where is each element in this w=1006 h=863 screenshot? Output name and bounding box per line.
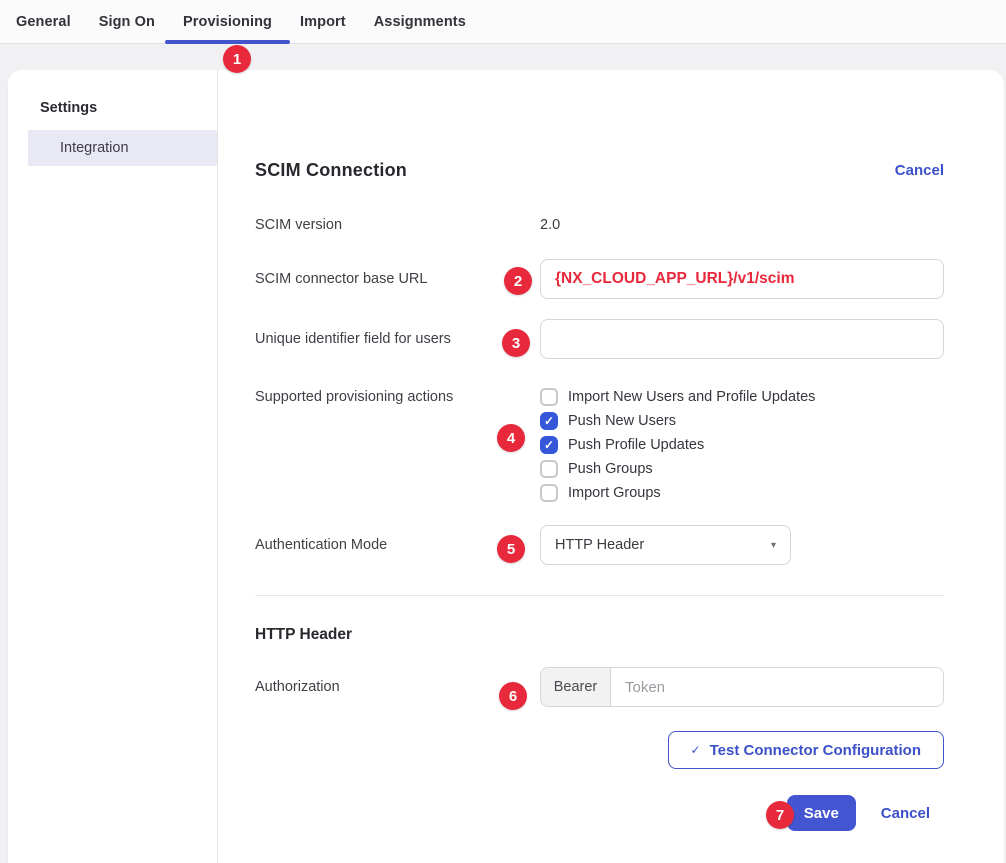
base-url-label: SCIM connector base URL — [255, 271, 540, 287]
checkbox-checked-icon[interactable]: ✓ — [540, 412, 558, 430]
token-input[interactable] — [611, 668, 943, 706]
scim-version-label: SCIM version — [255, 217, 540, 233]
scim-connection-form: SCIM Connection Cancel SCIM version 2.0 … — [218, 70, 1004, 863]
auth-mode-select[interactable]: HTTP Header ▾ — [540, 525, 791, 565]
annotation-badge-6: 6 — [499, 682, 527, 710]
unique-id-label: Unique identifier field for users — [255, 331, 540, 347]
content-panel: Settings Integration SCIM Connection Can… — [8, 70, 1004, 863]
cancel-button-bottom[interactable]: Cancel — [881, 805, 930, 822]
unique-id-input[interactable] — [540, 319, 944, 359]
authorization-label: Authorization — [255, 679, 540, 695]
annotation-badge-7: 7 — [766, 801, 794, 829]
auth-mode-selected-value: HTTP Header — [555, 537, 644, 553]
checkbox-unchecked-icon[interactable] — [540, 388, 558, 406]
checkbox-unchecked-icon[interactable] — [540, 460, 558, 478]
page-title: SCIM Connection — [255, 160, 407, 181]
provisioning-action-import-new-users-and-profile-updates[interactable]: Import New Users and Profile Updates — [540, 385, 944, 409]
sidebar-header: Settings — [8, 94, 217, 130]
provisioning-action-import-groups[interactable]: Import Groups — [540, 481, 944, 505]
annotation-badge-4: 4 — [497, 424, 525, 452]
provisioning-actions-label: Supported provisioning actions — [255, 385, 540, 409]
section-divider — [255, 595, 944, 596]
scim-version-value: 2.0 — [540, 217, 944, 233]
checkbox-unchecked-icon[interactable] — [540, 484, 558, 502]
app-tab-bar: GeneralSign OnProvisioningImportAssignme… — [0, 0, 1006, 44]
check-icon: ✓ — [691, 743, 701, 757]
provisioning-action-push-new-users[interactable]: ✓ Push New Users — [540, 409, 944, 433]
authorization-input-group: Bearer — [540, 667, 944, 707]
checkbox-checked-icon[interactable]: ✓ — [540, 436, 558, 454]
tab-sign-on[interactable]: Sign On — [85, 0, 169, 43]
save-button[interactable]: Save — [787, 795, 856, 831]
annotation-badge-2: 2 — [504, 267, 532, 295]
sidebar-item-integration[interactable]: Integration — [28, 130, 217, 166]
annotation-badge-3: 3 — [502, 329, 530, 357]
bearer-prefix: Bearer — [541, 668, 611, 706]
tab-assignments[interactable]: Assignments — [360, 0, 480, 43]
tab-general[interactable]: General — [16, 0, 85, 43]
cancel-link-top[interactable]: Cancel — [895, 162, 944, 179]
provisioning-action-push-groups[interactable]: Push Groups — [540, 457, 944, 481]
tab-provisioning[interactable]: Provisioning — [169, 0, 286, 43]
annotation-badge-1: 1 — [223, 45, 251, 73]
provisioning-action-label: Push New Users — [568, 413, 676, 429]
caret-down-icon: ▾ — [771, 540, 776, 551]
tab-import[interactable]: Import — [286, 0, 360, 43]
provisioning-action-label: Push Profile Updates — [568, 437, 704, 453]
provisioning-action-label: Import Groups — [568, 485, 661, 501]
test-connector-button-label: Test Connector Configuration — [710, 742, 921, 759]
http-header-section-title: HTTP Header — [255, 626, 944, 644]
sidebar-item-label: Integration — [60, 140, 129, 156]
test-connector-button[interactable]: ✓ Test Connector Configuration — [668, 731, 944, 769]
provisioning-action-label: Import New Users and Profile Updates — [568, 389, 815, 405]
provisioning-action-label: Push Groups — [568, 461, 653, 477]
provisioning-action-push-profile-updates[interactable]: ✓ Push Profile Updates — [540, 433, 944, 457]
provisioning-actions-list: Import New Users and Profile Updates ✓ Pus… — [540, 385, 944, 505]
annotation-badge-5: 5 — [497, 535, 525, 563]
settings-sidebar: Settings Integration — [8, 70, 218, 863]
base-url-input[interactable] — [540, 259, 944, 299]
